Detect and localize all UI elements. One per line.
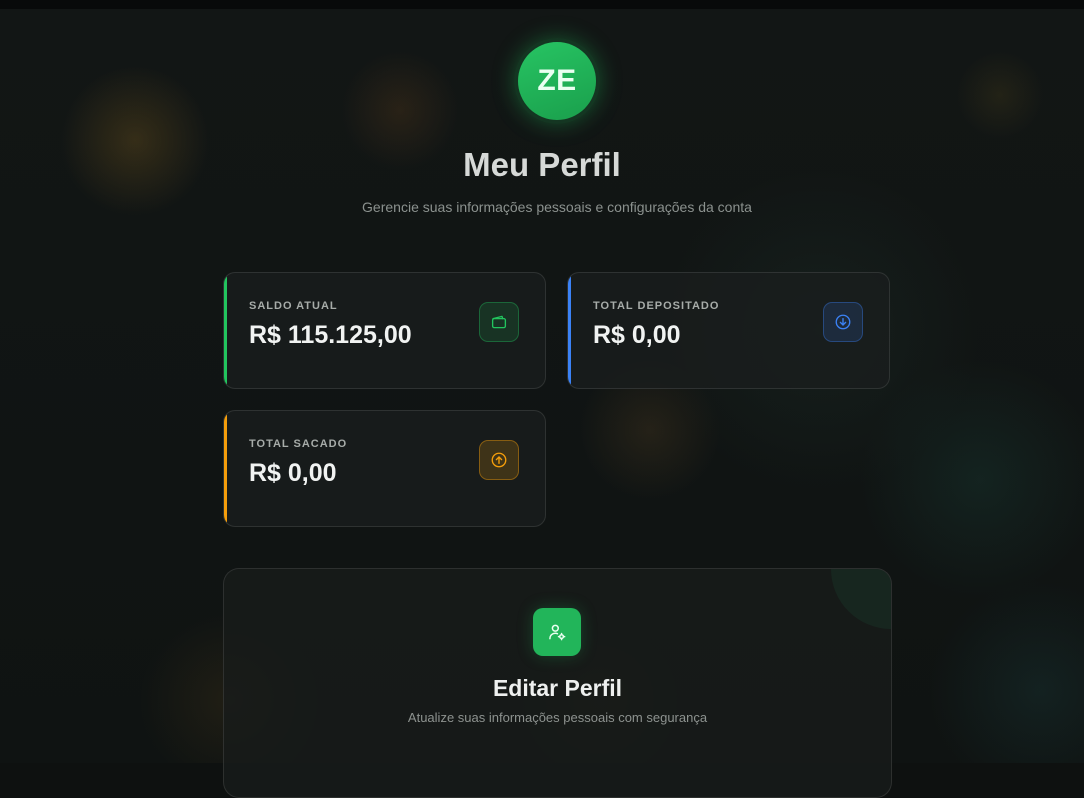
edit-profile-panel: Editar Perfil Atualize suas informações … <box>223 568 892 798</box>
page-subtitle: Gerencie suas informações pessoais e con… <box>362 199 752 215</box>
card-accent <box>224 273 227 388</box>
balance-card: SALDO ATUAL R$ 115.125,00 <box>223 272 546 389</box>
page-title: Meu Perfil <box>463 146 621 183</box>
balance-label: SALDO ATUAL <box>249 300 338 312</box>
avatar-initials: ZE <box>518 42 596 120</box>
withdrawn-value: R$ 0,00 <box>249 459 337 487</box>
decorative-circle <box>831 569 891 629</box>
user-settings-icon <box>533 608 581 656</box>
withdrawn-card: TOTAL SACADO R$ 0,00 <box>223 410 546 527</box>
deposited-value: R$ 0,00 <box>593 321 681 349</box>
card-accent <box>224 411 227 526</box>
top-bar <box>0 0 1084 9</box>
balance-value: R$ 115.125,00 <box>249 321 412 349</box>
withdrawn-label: TOTAL SACADO <box>249 438 348 450</box>
avatar: ZE <box>514 38 600 124</box>
edit-profile-title: Editar Perfil <box>492 675 623 701</box>
arrow-up-circle-icon <box>479 440 519 480</box>
deposited-label: TOTAL DEPOSITADO <box>593 300 720 312</box>
edit-profile-subtitle: Atualize suas informações pessoais com s… <box>407 710 708 725</box>
wallet-icon <box>479 302 519 342</box>
arrow-down-circle-icon <box>823 302 863 342</box>
card-accent <box>568 273 571 388</box>
deposited-card: TOTAL DEPOSITADO R$ 0,00 <box>567 272 890 389</box>
